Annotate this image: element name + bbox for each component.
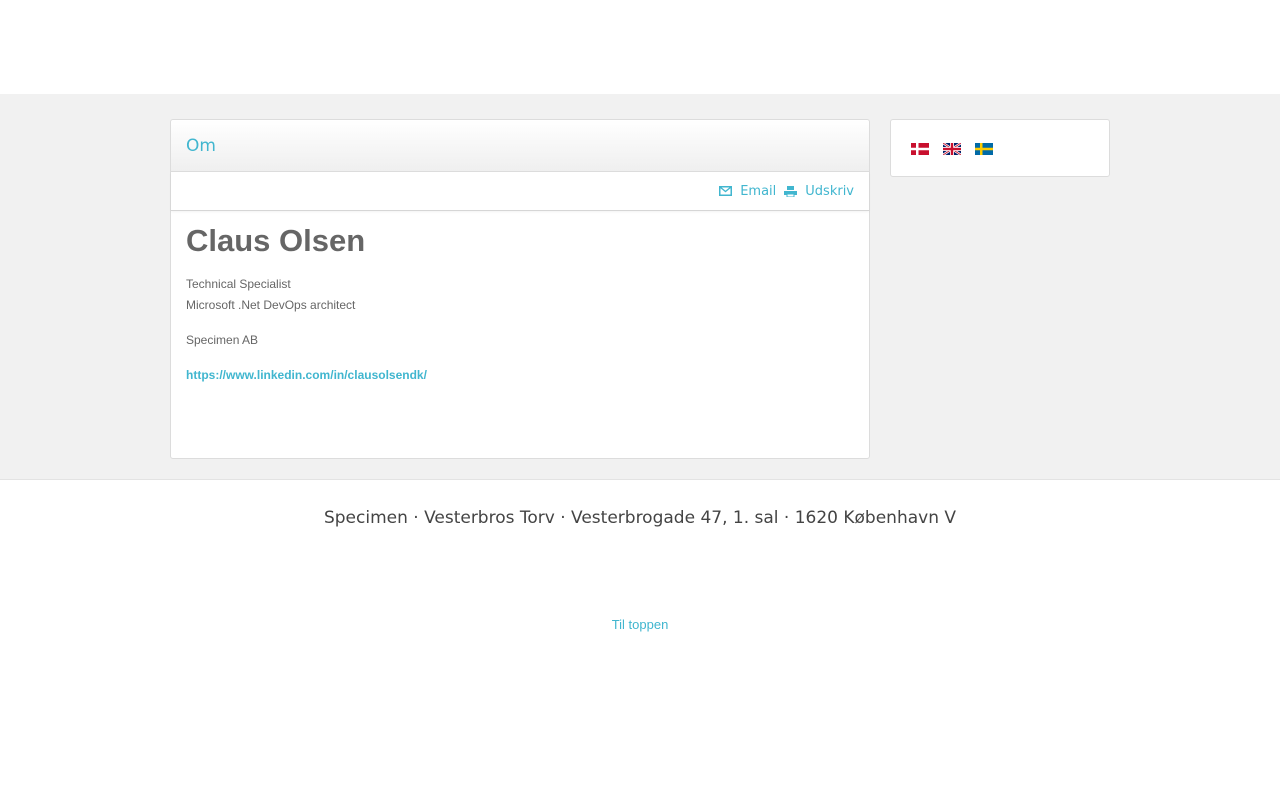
swedish-flag-icon[interactable] [975, 142, 993, 155]
to-top-container: Til toppen [0, 616, 1280, 634]
footer-address: Specimen · Vesterbros Torv · Vesterbroga… [323, 508, 957, 528]
danish-flag-icon[interactable] [911, 142, 929, 155]
english-flag-icon[interactable] [942, 142, 962, 156]
panel-title: Om [186, 135, 216, 156]
envelope-icon [719, 186, 733, 196]
email-label: Email [740, 183, 777, 199]
job-description: Microsoft .Net DevOps architect [186, 298, 356, 312]
panel-body: Claus Olsen Technical Specialist Microso… [171, 211, 869, 396]
language-panel [890, 119, 1110, 177]
header-bar [0, 0, 1280, 94]
about-panel: Om Email Udskriv Claus Olsen Technical S… [170, 119, 870, 459]
to-top-link[interactable]: Til toppen [612, 617, 669, 632]
job-title: Technical Specialist [186, 277, 291, 291]
printer-icon [784, 185, 798, 197]
company-name: Specimen AB [186, 333, 259, 347]
print-label: Udskriv [805, 183, 854, 199]
panel-header: Om [171, 120, 869, 172]
linkedin-link[interactable]: https://www.linkedin.com/in/clausolsendk… [186, 367, 427, 383]
email-button[interactable]: Email [719, 184, 776, 199]
print-button[interactable]: Udskriv [784, 184, 854, 199]
panel-toolbar: Email Udskriv [171, 172, 869, 211]
person-name: Claus Olsen [186, 223, 366, 258]
